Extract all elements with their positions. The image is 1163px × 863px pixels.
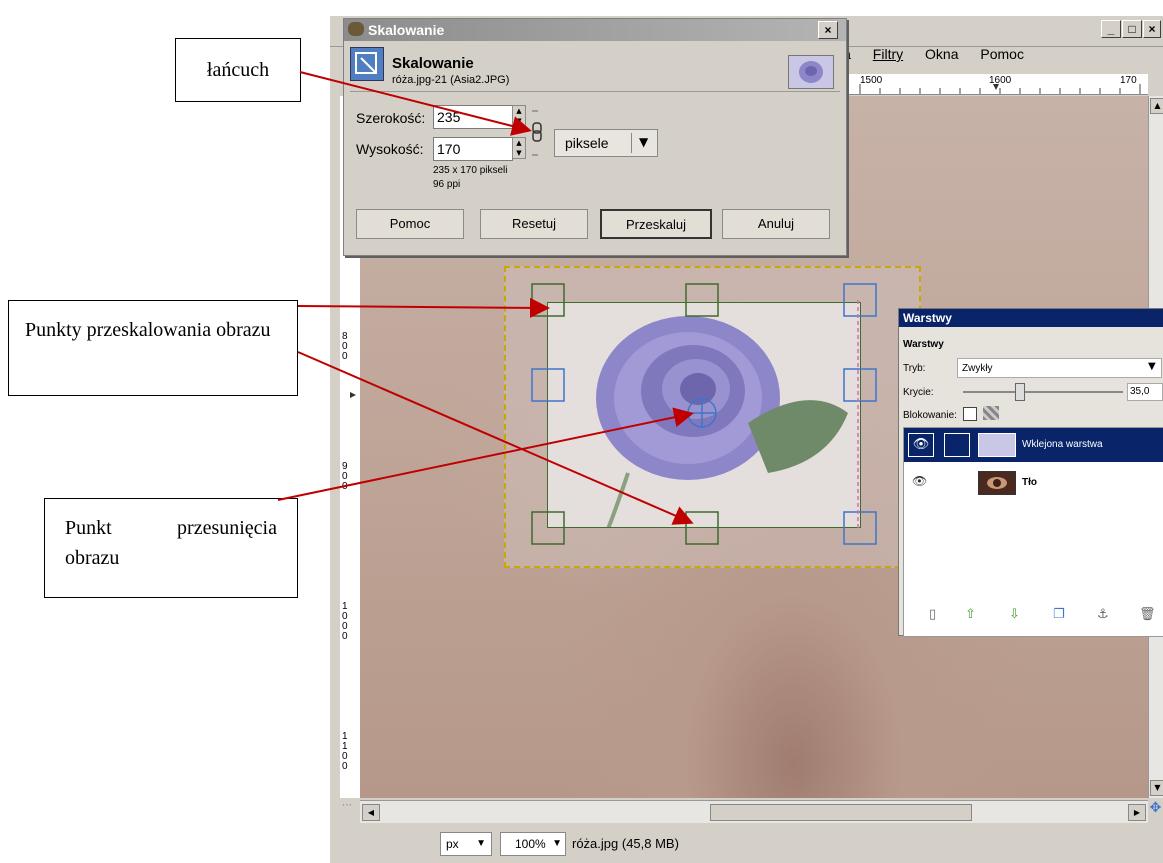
anchor-layer-icon[interactable]: ⚓ (1097, 607, 1109, 622)
layer-row[interactable]: 👁 Tło (904, 466, 1163, 500)
opacity-input[interactable]: 35,0 (1127, 383, 1163, 401)
mode-dropdown[interactable]: Zwykły ▼ (957, 358, 1162, 378)
menubar: ia Filtry Okna Pomoc (840, 46, 1042, 70)
unit-value: px (446, 837, 459, 851)
minimize-button[interactable]: _ (1101, 20, 1121, 38)
image-thumbnail (788, 55, 834, 89)
width-spinner[interactable]: ▲ ▼ (512, 105, 526, 127)
layer-name: Tło (1022, 477, 1037, 488)
dialog-close-button[interactable]: × (818, 21, 838, 39)
annotation-move-point-line1: Punkt przesunięcia (65, 513, 277, 543)
ruler-label-1600: 1600 (989, 75, 1012, 86)
lock-label: Blokowanie: (903, 410, 957, 421)
layers-titlebar: Warstwy (899, 309, 1163, 327)
ruler-label-1700: 170 (1120, 75, 1137, 86)
delete-layer-icon[interactable]: 🗑 (1139, 607, 1156, 622)
menu-item-windows[interactable]: Okna (925, 46, 958, 62)
lock-checkbox[interactable] (963, 407, 977, 421)
gimp-logo-icon (348, 22, 364, 36)
duplicate-layer-icon[interactable]: ❐ (1053, 607, 1065, 622)
quick-mask-icon[interactable]: ⋯ (342, 800, 358, 822)
chevron-down-icon: ▼ (639, 135, 649, 149)
chevron-down-icon: ▼ (476, 838, 486, 849)
help-button[interactable]: Pomoc (356, 209, 464, 239)
scale-handles[interactable] (500, 280, 900, 560)
opacity-slider-handle[interactable] (1015, 383, 1025, 401)
file-info: róża.jpg (45,8 MB) (572, 836, 679, 851)
eye-icon[interactable]: 👁 (912, 474, 927, 488)
reset-button[interactable]: Resetuj (480, 209, 588, 239)
layers-toolbar: ▯ ⇧ ⇩ ❐ ⚓ 🗑 (903, 603, 1162, 631)
cancel-button[interactable]: Anuluj (722, 209, 830, 239)
opacity-slider[interactable] (963, 391, 1123, 393)
unit-dropdown[interactable]: piksele ▼ (554, 129, 658, 157)
mode-value: Zwykły (962, 363, 993, 374)
chevron-down-icon: ▼ (552, 838, 562, 849)
width-input[interactable]: 235 (433, 105, 513, 129)
layer-thumbnail (978, 433, 1016, 457)
annotation-scale-points: Punkty przeskalowania obrazu (8, 300, 298, 396)
chain-link-icon[interactable] (530, 109, 544, 157)
chevron-down-icon: ▼ (1148, 361, 1156, 372)
annotation-move-point-line2: obrazu (65, 547, 120, 569)
annotation-move-point: Punkt przesunięcia obrazu (44, 498, 298, 598)
unit-select[interactable]: px ▼ (440, 832, 492, 856)
dialog-heading: Skalowanie (392, 55, 474, 72)
height-label: Wysokość: (356, 141, 424, 157)
layers-panel: Warstwy Warstwy Tryb: Zwykły ▼ Krycie: 3… (898, 308, 1163, 637)
link-toggle[interactable] (944, 433, 970, 457)
lower-layer-icon[interactable]: ⇩ (1009, 607, 1020, 622)
height-spinner[interactable]: ▲ ▼ (512, 137, 526, 159)
height-input[interactable]: 170 (433, 137, 513, 161)
lock-alpha-icon[interactable] (983, 406, 999, 420)
dialog-titlebar: Skalowanie × (344, 19, 846, 41)
new-layer-icon[interactable]: ▯ (929, 607, 936, 622)
navigate-icon[interactable]: ✥ (1148, 800, 1163, 822)
window-close-button[interactable]: × (1143, 20, 1161, 38)
opacity-value: 35,0 (1130, 386, 1150, 397)
divider (631, 133, 632, 153)
dialog-subheading: róża.jpg-21 (Asia2.JPG) (392, 74, 510, 86)
ruler-label-1500: 1500 (860, 75, 883, 86)
layer-name: Wklejona warstwa (1022, 439, 1103, 450)
scroll-right-arrow[interactable]: ▶ (1128, 804, 1146, 821)
maximize-button[interactable]: □ (1122, 20, 1142, 38)
statusbar: px ▼ 100% ▼ róża.jpg (45,8 MB) (340, 824, 1163, 863)
raise-layer-icon[interactable]: ⇧ (965, 607, 976, 622)
layers-section-label: Warstwy (903, 339, 944, 350)
scale-dialog: Skalowanie × Skalowanie róża.jpg-21 (Asi… (343, 18, 847, 256)
eye-icon[interactable]: 👁 (908, 433, 934, 457)
menu-item-help[interactable]: Pomoc (980, 46, 1024, 62)
annotation-word-2: przesunięcia (177, 517, 277, 539)
dialog-title: Skalowanie (368, 22, 445, 38)
scale-tool-icon (350, 47, 384, 81)
scroll-left-arrow[interactable]: ◀ (362, 804, 380, 821)
scroll-down-arrow[interactable]: ▼ (1150, 780, 1163, 796)
annotation-word-1: Punkt (65, 517, 112, 539)
scroll-up-arrow[interactable]: ▲ (1150, 98, 1163, 114)
size-info: 235 x 170 pikseli (433, 165, 508, 176)
scale-button[interactable]: Przeskaluj (600, 209, 712, 239)
layer-thumbnail (978, 471, 1016, 495)
zoom-value: 100% (515, 837, 546, 851)
scroll-thumb[interactable] (710, 804, 972, 821)
zoom-select[interactable]: 100% ▼ (500, 832, 566, 856)
horizontal-scrollbar[interactable]: ◀ ▶ (360, 800, 1148, 823)
annotation-chain: łańcuch (175, 38, 301, 102)
divider (350, 91, 840, 92)
unit-dropdown-value: piksele (565, 135, 609, 151)
menu-item-filters[interactable]: Filtry (873, 46, 903, 62)
mode-label: Tryb: (903, 363, 926, 374)
ppi-info: 96 ppi (433, 179, 461, 190)
opacity-label: Krycie: (903, 387, 934, 398)
layer-row-selected[interactable]: 👁 Wklejona warstwa (904, 428, 1163, 462)
width-label: Szerokość: (356, 110, 426, 126)
